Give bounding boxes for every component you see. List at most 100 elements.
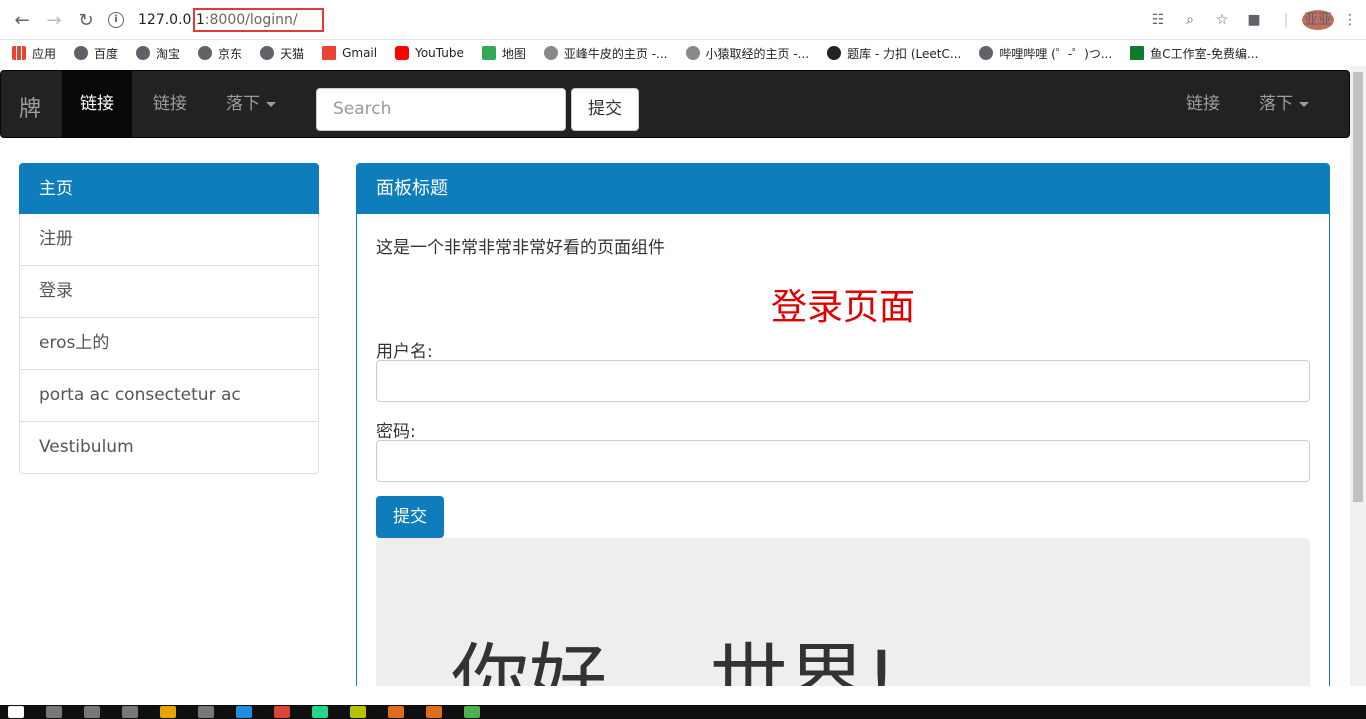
app-icon[interactable]	[426, 706, 442, 718]
app-icon[interactable]	[236, 706, 252, 718]
bookmark-label: 亚峰牛皮的主页 -...	[563, 46, 668, 61]
sidebar-item-porta[interactable]: porta ac consectetur ac	[19, 370, 319, 422]
windows-start-icon[interactable]	[8, 706, 24, 718]
windows-taskbar	[0, 705, 1366, 719]
jumbotron-heading: 你好， 世界!	[451, 636, 898, 686]
store-icon[interactable]	[198, 706, 214, 718]
globe-icon	[74, 46, 89, 60]
nav-link-active[interactable]: 链接	[62, 71, 132, 137]
bookmark-page-icon	[543, 46, 558, 60]
bookmark-xiaoyuan[interactable]: 小猿取经的主页 -...	[685, 45, 810, 62]
sidebar-list: 主页 注册 登录 eros上的 porta ac consectetur ac …	[19, 163, 319, 474]
star-icon[interactable]: ☆	[1206, 12, 1238, 28]
profile-avatar[interactable]: 亚亚	[1302, 10, 1334, 30]
maps-icon	[481, 46, 496, 60]
bookmark-tmall[interactable]: 天猫	[260, 45, 304, 62]
bookmark-label: 鱼C工作室-免费编...	[1150, 46, 1259, 61]
cortana-icon[interactable]	[84, 706, 100, 718]
globe-icon	[198, 46, 213, 60]
caret-down-icon	[1299, 101, 1309, 107]
fishc-icon	[1130, 46, 1145, 60]
bookmark-apps[interactable]: 应用	[12, 45, 56, 62]
page-scrollbar[interactable]	[1350, 66, 1366, 686]
bookmark-maps[interactable]: 地图	[481, 45, 526, 62]
scrollbar-thumb[interactable]	[1353, 72, 1363, 502]
pycharm-icon[interactable]	[312, 706, 328, 718]
bookmarks-bar: 应用 百度 淘宝 京东 天猫 Gmail YouTube 地图 亚峰牛皮的主页 …	[0, 40, 1366, 66]
password-label: 密码:	[376, 422, 416, 442]
bookmark-label: 地图	[501, 46, 526, 61]
nav-dropdown[interactable]: 落下	[208, 71, 294, 137]
url-highlight-box	[193, 8, 324, 32]
sidebar-item-register[interactable]: 注册	[19, 214, 319, 266]
password-input[interactable]	[376, 440, 1310, 482]
chrome-icon[interactable]	[274, 706, 290, 718]
nav-right-link[interactable]: 链接	[1168, 71, 1238, 137]
globe-icon	[979, 46, 994, 60]
caret-down-icon	[266, 101, 276, 107]
menu-icon[interactable]: ⋮	[1334, 12, 1366, 28]
leetcode-icon	[827, 46, 842, 60]
bookmark-gmail[interactable]: Gmail	[322, 46, 377, 60]
nav-dropdown-label: 落下	[226, 94, 260, 114]
reload-icon[interactable]: ↻	[74, 8, 98, 32]
bookmark-label: 天猫	[280, 46, 305, 61]
extension-icon[interactable]: ■	[1238, 12, 1270, 28]
youtube-icon	[395, 46, 410, 60]
bookmark-page-icon	[685, 46, 700, 60]
search-input[interactable]: Search	[316, 88, 566, 131]
nav-dropdown-label: 落下	[1259, 94, 1293, 114]
toolbar-right-icons: ☷ ⌕ ☆ ■ | 亚亚 ⋮	[1142, 8, 1366, 32]
login-page-title: 登录页面	[770, 287, 915, 328]
bookmark-taobao[interactable]: 淘宝	[136, 45, 180, 62]
panel-title: 面板标题	[357, 164, 1329, 214]
login-submit-button[interactable]: 提交	[376, 496, 444, 538]
back-icon[interactable]: ←	[10, 8, 34, 32]
login-panel: 面板标题 这是一个非常非常非常好看的页面组件 登录页面 用户名: 密码: 提交 …	[356, 163, 1330, 686]
bookmark-label: 小猿取经的主页 -...	[705, 46, 810, 61]
bookmark-label: 百度	[94, 46, 119, 61]
avatar[interactable]: 亚亚	[1302, 10, 1334, 30]
search-icon[interactable]	[46, 706, 62, 718]
bookmark-label: 应用	[32, 46, 57, 61]
sidebar-item-login[interactable]: 登录	[19, 266, 319, 318]
bookmark-label: YouTube	[415, 46, 464, 60]
bookmark-label: 题库 - 力扣 (LeetC...	[847, 46, 962, 61]
nav-right-dropdown[interactable]: 落下	[1241, 71, 1327, 137]
bookmark-baidu[interactable]: 百度	[74, 45, 118, 62]
bookmark-bilibili[interactable]: 哔哩哔哩 (゜-゜)つ...	[979, 45, 1112, 62]
info-icon[interactable]: i	[108, 12, 124, 28]
bookmark-jd[interactable]: 京东	[198, 45, 242, 62]
username-label: 用户名:	[376, 342, 433, 362]
task-view-icon[interactable]	[122, 706, 138, 718]
app-icon[interactable]	[350, 706, 366, 718]
username-input[interactable]	[376, 360, 1310, 402]
nav-link[interactable]: 链接	[135, 71, 205, 137]
apps-icon	[12, 46, 26, 60]
browser-toolbar: ← → ↻ i 127.0.0.1:8000/loginn/ ☷ ⌕ ☆ ■ |…	[0, 0, 1366, 40]
panel-description: 这是一个非常非常非常好看的页面组件	[376, 238, 665, 258]
zoom-icon[interactable]: ⌕	[1174, 12, 1206, 28]
bookmark-label: Gmail	[342, 46, 378, 60]
jumbotron: 你好， 世界!	[376, 538, 1310, 686]
file-explorer-icon[interactable]	[160, 706, 176, 718]
gmail-icon	[322, 46, 337, 60]
search-submit-button[interactable]: 提交	[571, 88, 639, 131]
web-page: 牌 链接 链接 落下 Search 提交 链接 落下 主页 注册 登录 eros…	[0, 66, 1350, 686]
bookmark-fishc[interactable]: 鱼C工作室-免费编...	[1130, 45, 1258, 62]
bookmark-youtube[interactable]: YouTube	[395, 46, 464, 60]
translate-icon[interactable]: ☷	[1142, 12, 1174, 28]
bookmark-yafeng[interactable]: 亚峰牛皮的主页 -...	[543, 45, 668, 62]
forward-icon[interactable]: →	[42, 8, 66, 32]
navbar-brand[interactable]: 牌	[19, 91, 41, 123]
globe-icon	[136, 46, 151, 60]
sidebar-item-vestibulum[interactable]: Vestibulum	[19, 422, 319, 474]
globe-icon	[260, 46, 275, 60]
app-icon[interactable]	[388, 706, 404, 718]
bookmark-label: 哔哩哔哩 (゜-゜)つ...	[999, 46, 1113, 61]
app-icon[interactable]	[464, 706, 480, 718]
bookmark-label: 淘宝	[156, 46, 181, 61]
sidebar-item-eros[interactable]: eros上的	[19, 318, 319, 370]
bookmark-leetcode[interactable]: 题库 - 力扣 (LeetC...	[827, 45, 961, 62]
sidebar-item-home[interactable]: 主页	[19, 163, 319, 214]
